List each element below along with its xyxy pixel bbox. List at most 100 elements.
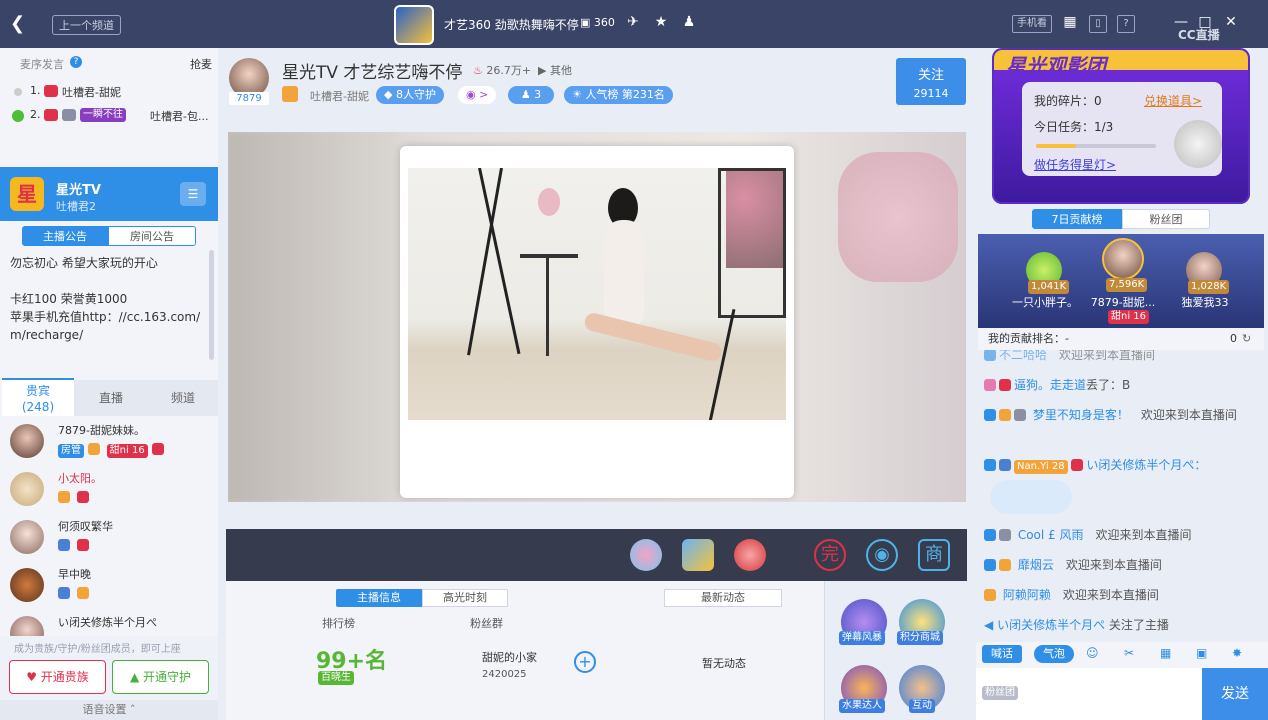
phone-watch-button[interactable]: 手机看	[1012, 15, 1052, 33]
tab-anchor-notice[interactable]: 主播公告	[22, 226, 108, 246]
brand-logo: CC直播	[1178, 28, 1220, 42]
avatar[interactable]	[1102, 238, 1144, 280]
fans-count[interactable]: ♟ 3	[508, 86, 554, 104]
grid-icon[interactable]: ▦	[1061, 14, 1079, 32]
tab-room-notice[interactable]: 房间公告	[108, 226, 196, 246]
tab-vip[interactable]: 贵宾 (248)	[2, 378, 74, 416]
promo-title: 星光观影团	[1006, 54, 1106, 78]
gift-bar: 完 ◉ 商	[226, 529, 967, 581]
popularity-rank[interactable]: ☀ 人气榜 第231名	[564, 86, 673, 104]
user-item[interactable]: 小太阳。	[10, 468, 210, 514]
chat-message: 靡烟云 欢迎来到本直播间	[984, 556, 1264, 574]
tab-anchor-info[interactable]: 主播信息	[336, 589, 422, 607]
tab-highlights[interactable]: 高光时刻	[422, 589, 508, 607]
seat-hint: 成为贵族/守护/粉丝团成员，即可上座	[14, 644, 181, 655]
mic-item: 2. 一瞬不往 吐槽君-包...	[0, 108, 218, 124]
help-icon[interactable]: ?	[1117, 15, 1135, 33]
level-icon	[58, 539, 70, 551]
user-item[interactable]: 早中晚	[10, 564, 210, 610]
join-group-icon[interactable]: +	[574, 651, 596, 673]
shout-button[interactable]: 喊话	[982, 645, 1022, 663]
open-guard-button[interactable]: ▲ 开通守护	[112, 660, 209, 694]
fans-badge-button[interactable]: ◉ >	[458, 86, 497, 104]
chevron-left-icon[interactable]: ❮	[10, 13, 25, 34]
anchor-logo: 星	[10, 177, 44, 211]
settings-icon[interactable]: ✸	[1232, 646, 1242, 660]
fire-icon: ♨	[473, 64, 483, 77]
info-panel: 主播信息 高光时刻 最新动态 排行榜 粉丝群 99+名 百晓生 甜妮的小家 24…	[226, 581, 824, 720]
balloon-gift-icon[interactable]	[630, 539, 662, 571]
voice-settings-button[interactable]: 语音设置 ˄	[0, 700, 218, 720]
users-icon[interactable]: ♟	[680, 14, 698, 32]
redeem-link[interactable]: 兑换道具>	[1144, 92, 1202, 109]
task-link[interactable]: 做任务得星灯>	[1034, 156, 1116, 173]
bag-icon[interactable]: ◉	[866, 539, 898, 571]
rank-label: 排行榜	[322, 617, 355, 630]
guards-button[interactable]: ◆ 8人守护	[376, 86, 444, 104]
notice-scrollbar[interactable]	[209, 250, 214, 360]
grab-mic-button[interactable]: 抢麦	[190, 56, 212, 72]
user-item[interactable]: い闭关修炼半个月ぺ	[10, 612, 210, 636]
tab-fan-club[interactable]: 粉丝团	[1122, 209, 1210, 229]
video-player[interactable]	[228, 132, 966, 502]
star-icon[interactable]: ★	[652, 14, 670, 32]
side-apps: 弹幕风暴 积分商城 水果达人 互动	[824, 581, 966, 720]
camera-gift-icon[interactable]	[682, 539, 714, 571]
chat-bubble	[990, 480, 1072, 514]
send-button[interactable]: 发送	[1202, 668, 1268, 720]
center-panel: 7879 星光TV 才艺综艺嗨不停 ♨ 26.7万+ ▶ 其他 吐槽君-甜妮 ◆…	[218, 48, 976, 720]
mic-queue-label: 麦序发言	[20, 58, 64, 71]
menu-icon[interactable]: ☰	[180, 182, 206, 206]
user-item[interactable]: 7879-甜妮妹妹。 房管 甜ni 16	[10, 420, 210, 466]
avatar	[10, 424, 44, 458]
open-noble-button[interactable]: ♥ 开通贵族	[9, 660, 106, 694]
streamer-name[interactable]: 吐槽君-甜妮	[310, 88, 369, 104]
mic-item: 1. 吐槽君-甜妮	[0, 84, 218, 100]
scissors-icon[interactable]: ✂	[1124, 646, 1134, 660]
crown-icon	[76, 539, 89, 551]
level-icon	[87, 443, 100, 455]
chat-input-area: 粉丝团 发送	[976, 668, 1268, 720]
help-icon[interactable]: ?	[70, 56, 82, 68]
finish-icon[interactable]: 完	[814, 539, 846, 571]
follow-button[interactable]: 关注 29114	[896, 58, 966, 105]
tab-7day-rank[interactable]: 7日贡献榜	[1032, 209, 1122, 229]
lock-icon[interactable]: ▣	[1196, 646, 1207, 660]
shop-icon[interactable]: 商	[918, 539, 950, 571]
chat-message: 阿赖阿赖 欢迎来到本直播间	[984, 586, 1264, 604]
fan-club-tag[interactable]: 粉丝团	[982, 686, 1018, 700]
plane-icon[interactable]: ✈	[624, 14, 642, 32]
heart-gift-icon[interactable]	[734, 539, 766, 571]
tab-channel[interactable]: 频道	[148, 380, 218, 416]
room-title: 才艺360 劲歌热舞嗨不停	[444, 18, 579, 32]
speaker-icon: ◀	[984, 618, 994, 632]
fans-group-label: 粉丝群	[470, 617, 503, 630]
avatar	[10, 520, 44, 554]
level-icon	[44, 85, 58, 97]
task-status: 今日任务：1/3	[1034, 120, 1114, 134]
fans-group-name: 甜妮的小家	[482, 651, 537, 664]
prev-channel-button[interactable]: 上一个频道	[52, 15, 121, 35]
tab-latest-news[interactable]: 最新动态	[664, 589, 782, 607]
image-icon[interactable]: ▦	[1160, 646, 1171, 660]
fans-group-id: 2420025	[482, 669, 527, 680]
tab-live[interactable]: 直播	[74, 380, 148, 416]
chat-input[interactable]	[1030, 668, 1200, 720]
close-icon[interactable]: ✕	[1222, 14, 1240, 32]
promo-banner[interactable]: 星光观影团 我的碎片：0 兑换道具> 今日任务：1/3 做任务得星灯>	[992, 48, 1250, 204]
chat-message: Nan.Yi 28 い闭关修炼半个月ぺ：	[984, 456, 1264, 474]
more-button[interactable]: ▶ 其他	[538, 62, 572, 78]
refresh-icon[interactable]: ↻	[1242, 328, 1251, 350]
level-icon	[44, 109, 58, 121]
bubble-button[interactable]: 气泡	[1034, 645, 1074, 663]
level-icon	[58, 491, 70, 503]
user-item[interactable]: 何须叹繁华	[10, 516, 210, 562]
fan-badge: 甜ni 16	[1108, 310, 1150, 324]
mic-user-name[interactable]: 吐槽君-包...	[150, 108, 208, 124]
mic-user-name[interactable]: 吐槽君-甜妮	[62, 84, 121, 100]
emoji-icon[interactable]: ☺	[1086, 646, 1099, 660]
anchor-card[interactable]: 星 星光TV 吐槽君2 ☰	[0, 167, 218, 221]
avatar	[10, 472, 44, 506]
bell-icon[interactable]: ▯	[1089, 15, 1107, 33]
badge-icon	[62, 109, 76, 121]
